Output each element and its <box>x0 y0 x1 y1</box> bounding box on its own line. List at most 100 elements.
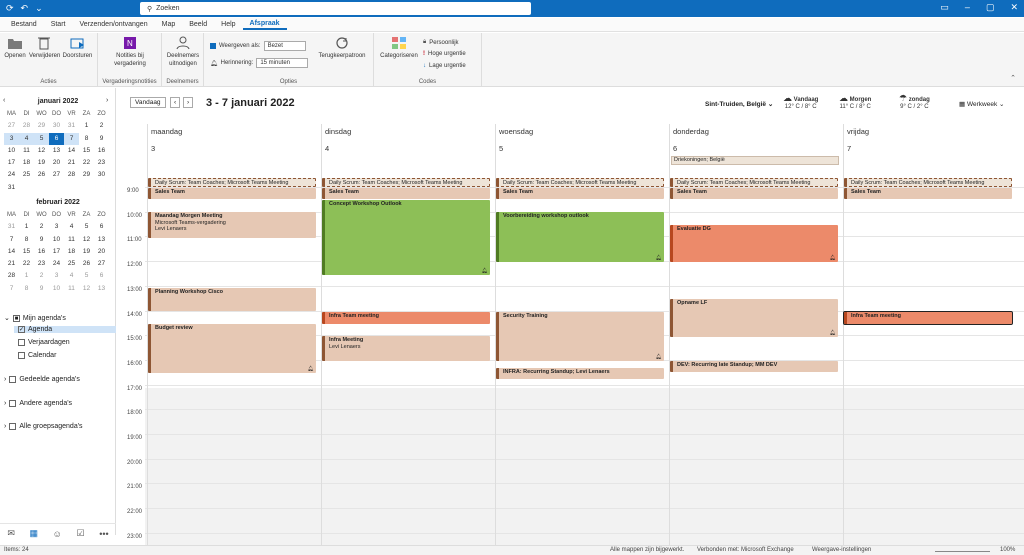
mini-cal-day[interactable]: 9 <box>94 133 109 145</box>
mini-cal-day[interactable]: 20 <box>94 246 109 258</box>
doorsturen-button[interactable]: Doorsturen <box>61 36 94 60</box>
show-as-select[interactable]: Bezet <box>263 41 306 51</box>
persoonlijk-button[interactable]: 🔒︎ Persoonlijk <box>423 39 459 46</box>
mini-cal-day[interactable]: 8 <box>19 283 34 295</box>
close-icon[interactable]: ✕ <box>1010 2 1018 13</box>
mini-cal-day[interactable]: 23 <box>94 157 109 169</box>
mail-icon[interactable]: ✉ <box>7 528 15 539</box>
verwijderen-button[interactable]: Verwijderen <box>29 36 60 60</box>
checkbox-agenda[interactable]: ✓ <box>18 326 25 333</box>
mini-cal-day[interactable]: 3 <box>49 270 64 282</box>
mini-cal-day[interactable]: 10 <box>4 145 19 157</box>
mini-cal-day[interactable]: 29 <box>79 169 94 181</box>
folder-mijn-agendas[interactable]: ⌄ ■ Mijn agenda's <box>4 314 66 322</box>
mini-cal-day[interactable]: 27 <box>94 258 109 270</box>
mini-cal-day[interactable]: 22 <box>79 157 94 169</box>
search-box[interactable]: ⚲ Zoeken <box>140 2 531 15</box>
mini-cal-day[interactable]: 19 <box>79 246 94 258</box>
event-infra-team-tue[interactable]: Infra Team meeting <box>322 312 490 324</box>
mini-cal-day[interactable]: 22 <box>19 258 34 270</box>
mini-cal-day[interactable]: 16 <box>94 145 109 157</box>
mini-cal-day[interactable]: 14 <box>64 145 79 157</box>
mini-cal-day[interactable]: 31 <box>4 182 19 194</box>
next-month-icon[interactable]: › <box>106 97 108 104</box>
event-opname-lf[interactable]: Opname LF 🔔︎ <box>670 299 838 337</box>
mini-cal-day[interactable]: 7 <box>4 283 19 295</box>
mini-cal-day[interactable]: 6 <box>49 132 64 145</box>
tab-map[interactable]: Map <box>155 21 183 28</box>
event-dev-standup[interactable]: DEV: Recurring late Standup; MM DEV <box>670 361 838 372</box>
mini-cal-day[interactable]: 18 <box>19 157 34 169</box>
mini-cal-day[interactable]: 24 <box>49 258 64 270</box>
mini-cal-day[interactable]: 25 <box>19 169 34 181</box>
event-maandag-morgen[interactable]: Maandag Morgen Meeting Microsoft Teams-v… <box>148 212 316 238</box>
event-infra-team-fri[interactable]: Infra Team meeting <box>843 311 1013 325</box>
event-voorbereiding-workshop[interactable]: Voorbereiding workshop outlook 🔔︎ <box>496 212 664 262</box>
event-evaluatie-dg[interactable]: Evaluatie DG 🔔︎ <box>670 225 838 262</box>
checkbox-andere[interactable] <box>9 400 17 407</box>
minimize-icon[interactable]: – <box>965 2 970 13</box>
tab-bestand[interactable]: Bestand <box>4 21 44 28</box>
mini-cal-day[interactable]: 17 <box>49 246 64 258</box>
mini-cal-day[interactable]: 16 <box>34 246 49 258</box>
mini-cal-day[interactable]: 2 <box>94 120 109 132</box>
lage-urgentie-button[interactable]: ↓ Lage urgentie <box>423 63 466 69</box>
mini-cal-day[interactable]: 12 <box>79 234 94 246</box>
mini-cal-day[interactable]: 3 <box>4 132 19 145</box>
view-settings[interactable]: Weergave-instellingen <box>812 547 871 553</box>
mini-cal-day[interactable]: 19 <box>34 157 49 169</box>
deelnemers-button[interactable]: Deelnemers uitnodigen <box>164 36 202 68</box>
mini-cal-day[interactable]: 20 <box>49 157 64 169</box>
mini-cal-day[interactable]: 31 <box>4 221 19 233</box>
mini-cal-day[interactable]: 8 <box>79 133 94 145</box>
sync-icon[interactable]: ⟳ <box>6 3 14 14</box>
undo-icon[interactable]: ↶ <box>21 3 29 14</box>
mini-cal-day[interactable]: 17 <box>4 157 19 169</box>
mini-cal-day[interactable]: 10 <box>49 234 64 246</box>
hoge-urgentie-button[interactable]: ! Hoge urgentie <box>423 51 466 57</box>
checkbox-gedeelde[interactable] <box>9 376 17 383</box>
mini-cal-day[interactable]: 30 <box>94 169 109 181</box>
mini-cal-day[interactable]: 1 <box>79 120 94 132</box>
event-infra-standup[interactable]: INFRA: Recurring Standup; Levi Lenaers <box>496 368 664 379</box>
mini-cal-day[interactable]: 12 <box>79 283 94 295</box>
mini-cal-day[interactable]: 1 <box>19 270 34 282</box>
mini-cal-day[interactable]: 3 <box>49 221 64 233</box>
collapse-ribbon-icon[interactable]: ⌃ <box>1010 74 1016 82</box>
more-icon[interactable]: ••• <box>99 529 108 539</box>
tab-verzenden[interactable]: Verzenden/ontvangen <box>72 21 154 28</box>
event-infra-meeting[interactable]: Infra Meeting Levi Lenaers <box>322 336 490 361</box>
mini-cal-day[interactable]: 27 <box>4 120 19 132</box>
checkbox-verjaardagen[interactable] <box>18 339 25 346</box>
reminder-select[interactable]: 15 minuten <box>256 58 309 68</box>
mini-cal-day[interactable]: 27 <box>49 169 64 181</box>
folder-andere[interactable]: › Andere agenda's <box>4 400 72 407</box>
checkbox-mijn[interactable]: ■ <box>12 314 20 322</box>
event-sales-fri[interactable]: Sales Team <box>844 188 1012 199</box>
mini-cal-day[interactable]: 2 <box>34 270 49 282</box>
mini-cal-day[interactable]: 24 <box>4 169 19 181</box>
openen-button[interactable]: Openen <box>2 36 28 60</box>
mini-cal-day[interactable]: 8 <box>19 234 34 246</box>
zoom-slider[interactable] <box>935 551 990 552</box>
mini-cal-day[interactable]: 11 <box>64 234 79 246</box>
event-scrum-fri[interactable]: Daily Scrum: Team Coaches; Microsoft Tea… <box>844 178 1012 187</box>
mini-cal-day[interactable]: 1 <box>19 221 34 233</box>
allday-event[interactable]: Driekoningen; België <box>671 156 839 165</box>
mini-cal-day[interactable]: 5 <box>79 270 94 282</box>
mini-cal-day[interactable]: 26 <box>79 258 94 270</box>
checkbox-calendar[interactable] <box>18 352 25 359</box>
notities-button[interactable]: N Notities bij vergadering <box>108 36 152 68</box>
today-button[interactable]: Vandaag <box>130 97 166 108</box>
mini-cal-day[interactable]: 9 <box>34 234 49 246</box>
event-security-training[interactable]: Security Training 🔔︎ <box>496 312 664 361</box>
folder-groeps[interactable]: › Alle groepsagenda's <box>4 423 83 430</box>
mini-cal-day[interactable]: 28 <box>19 120 34 132</box>
mini-cal-day[interactable]: 4 <box>64 221 79 233</box>
event-scrum-mon[interactable]: Daily Scrum: Team Coaches; Microsoft Tea… <box>148 178 316 187</box>
mini-cal-day[interactable]: 14 <box>4 246 19 258</box>
next-week-icon[interactable]: › <box>183 97 194 108</box>
notes-icon[interactable]: ▭ <box>940 2 949 13</box>
mini-cal-day[interactable]: 7 <box>4 234 19 246</box>
mini-cal-day[interactable]: 21 <box>4 258 19 270</box>
